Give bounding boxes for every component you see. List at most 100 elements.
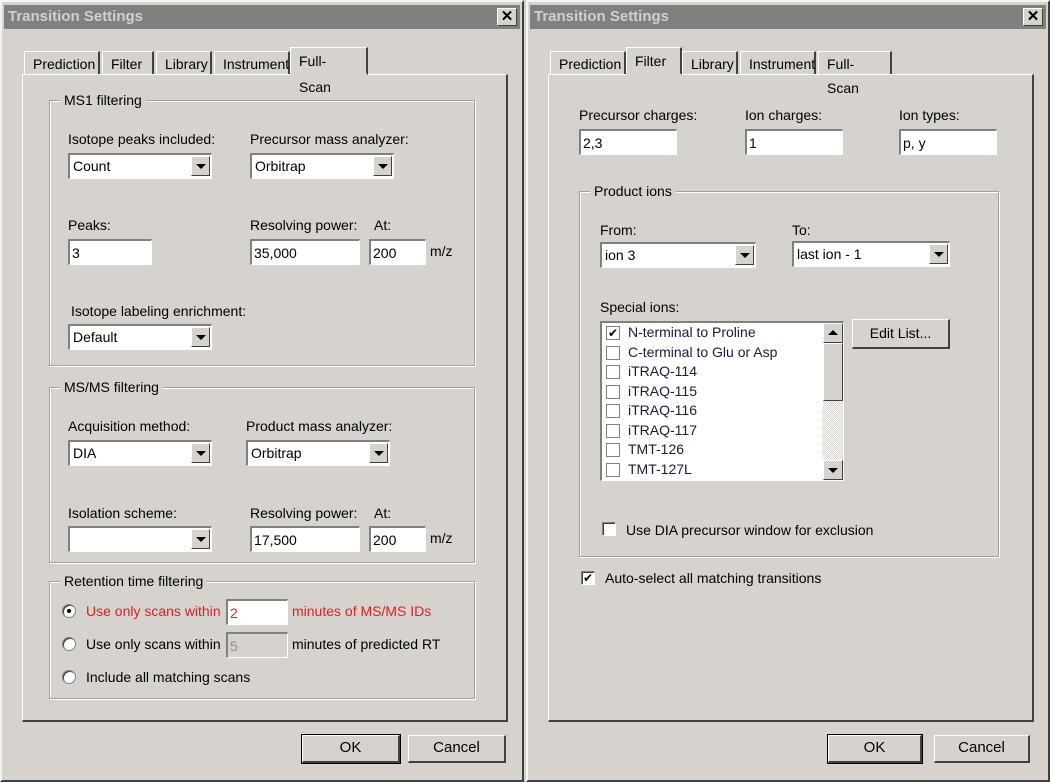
acquisition-method-dropdown[interactable]: DIA <box>68 440 212 466</box>
special-ions-list[interactable]: ✔ N-terminal to Proline C-terminal to Gl… <box>600 321 844 481</box>
list-item[interactable]: iTRAQ-116 <box>604 401 824 420</box>
scroll-thumb[interactable] <box>823 343 843 401</box>
item-checkbox[interactable] <box>606 404 620 418</box>
list-item[interactable]: iTRAQ-114 <box>604 362 824 381</box>
tab-instrument[interactable]: Instrument <box>740 51 816 75</box>
auto-select-checkbox[interactable]: ✔ <box>581 571 595 585</box>
item-checkbox[interactable] <box>606 423 620 438</box>
from-dropdown[interactable]: ion 3 <box>600 242 756 268</box>
rt-option-3-label: Include all matching scans <box>86 669 251 685</box>
to-label: To: <box>792 222 811 238</box>
ion-types-label: Ion types: <box>899 107 960 123</box>
tab-filter[interactable]: Filter <box>102 51 154 75</box>
ion-charges-input[interactable] <box>745 129 843 155</box>
ok-button[interactable]: OK <box>827 734 923 764</box>
item-checkbox[interactable] <box>606 443 620 457</box>
rt-option-all-radio[interactable] <box>62 670 76 684</box>
tab-prediction[interactable]: Prediction <box>24 51 100 75</box>
msms-at-input[interactable] <box>369 526 426 552</box>
close-button[interactable]: ✕ <box>497 8 517 26</box>
list-item[interactable]: C-terminal to Glu or Asp <box>604 343 824 362</box>
chevron-down-icon[interactable] <box>191 443 210 463</box>
dialog-title: Transition Settings <box>534 8 670 25</box>
group-title: Retention time filtering <box>60 573 208 589</box>
item-checkbox[interactable] <box>606 384 620 399</box>
precursor-analyzer-label: Precursor mass analyzer: <box>250 131 409 147</box>
scroll-down-icon[interactable] <box>823 460 843 480</box>
peaks-input[interactable] <box>68 239 152 265</box>
chevron-down-icon[interactable] <box>373 156 392 176</box>
mz-label: m/z <box>430 530 453 546</box>
selected-value: Default <box>73 329 118 345</box>
tab-full-scan[interactable]: Full-Scan <box>290 47 368 95</box>
ms1-filtering-group: MS1 filtering Isotope peaks included: Co… <box>49 92 475 366</box>
list-item[interactable]: iTRAQ-117 <box>604 421 824 440</box>
auto-select-label: Auto-select all matching transitions <box>605 570 822 586</box>
cancel-button[interactable]: Cancel <box>934 735 1030 763</box>
ion-charges-label: Ion charges: <box>745 107 823 123</box>
transition-settings-dialog-filter: Transition Settings ✕ Prediction Filter … <box>526 0 1050 782</box>
enrichment-dropdown[interactable]: Default <box>68 324 212 350</box>
close-icon: ✕ <box>1026 8 1040 25</box>
item-checkbox[interactable] <box>606 365 620 379</box>
tab-instrument[interactable]: Instrument <box>214 51 290 75</box>
close-button[interactable]: ✕ <box>1023 8 1043 26</box>
tab-library[interactable]: Library <box>156 51 212 75</box>
rt-option-2-suffix: minutes of predicted RT <box>292 636 441 652</box>
rt-msms-minutes-input[interactable] <box>226 599 288 625</box>
tab-library[interactable]: Library <box>682 51 738 75</box>
scroll-up-icon[interactable] <box>823 323 843 343</box>
tab-filter[interactable]: Filter <box>626 47 682 75</box>
edit-list-button[interactable]: Edit List... <box>852 319 950 349</box>
peaks-label: Peaks: <box>68 217 111 233</box>
rt-option-msms-ids-radio[interactable] <box>62 604 76 618</box>
precursor-analyzer-dropdown[interactable]: Orbitrap <box>250 153 394 179</box>
at-input[interactable] <box>369 239 426 265</box>
item-label: iTRAQ-116 <box>628 402 697 418</box>
dia-exclusion-checkbox[interactable] <box>602 522 616 536</box>
tab-panel-full-scan: MS1 filtering Isotope peaks included: Co… <box>22 74 508 722</box>
group-title: MS/MS filtering <box>60 379 163 395</box>
precursor-charges-input[interactable] <box>579 129 677 155</box>
list-item[interactable]: iTRAQ-115 <box>604 382 824 401</box>
dialog-title: Transition Settings <box>8 8 144 25</box>
rt-predicted-minutes-input[interactable] <box>226 632 288 658</box>
group-title: MS1 filtering <box>60 92 146 108</box>
rt-option-predicted-radio[interactable] <box>62 637 76 651</box>
list-item[interactable]: ✔ N-terminal to Proline <box>604 323 824 342</box>
chevron-down-icon[interactable] <box>191 156 210 176</box>
product-analyzer-dropdown[interactable]: Orbitrap <box>246 440 390 466</box>
tab-full-scan[interactable]: Full-Scan <box>818 51 892 96</box>
selected-value: Orbitrap <box>255 158 306 174</box>
close-icon: ✕ <box>500 8 514 25</box>
item-label: TMT-126 <box>628 441 685 457</box>
item-checkbox[interactable]: ✔ <box>606 326 620 340</box>
list-item[interactable]: TMT-127L <box>604 460 824 479</box>
msms-resolving-power-input[interactable] <box>250 526 360 552</box>
resolving-power-label: Resolving power: <box>250 505 358 521</box>
selected-value: Orbitrap <box>251 445 302 461</box>
isotope-peaks-label: Isotope peaks included: <box>68 131 216 147</box>
selected-value: Count <box>73 158 111 174</box>
chevron-down-icon[interactable] <box>929 244 948 264</box>
item-checkbox[interactable] <box>606 462 620 477</box>
selected-value: DIA <box>73 445 97 461</box>
resolving-power-input[interactable] <box>250 239 360 265</box>
chevron-down-icon[interactable] <box>191 327 210 347</box>
chevron-down-icon[interactable] <box>191 529 210 549</box>
item-label: N-terminal to Proline <box>628 324 756 340</box>
selected-value: last ion - 1 <box>797 246 862 262</box>
isolation-scheme-dropdown[interactable] <box>68 526 212 552</box>
ion-types-input[interactable] <box>899 129 997 155</box>
tab-prediction[interactable]: Prediction <box>550 51 626 75</box>
vertical-scrollbar[interactable] <box>823 323 843 480</box>
cancel-button[interactable]: Cancel <box>408 735 506 763</box>
isotope-peaks-dropdown[interactable]: Count <box>68 153 212 179</box>
ok-button[interactable]: OK <box>301 734 401 764</box>
transition-settings-dialog-fullscan: Transition Settings ✕ Prediction Filter … <box>0 0 524 782</box>
list-item[interactable]: TMT-126 <box>604 440 824 459</box>
chevron-down-icon[interactable] <box>735 245 754 265</box>
to-dropdown[interactable]: last ion - 1 <box>792 241 950 267</box>
item-checkbox[interactable] <box>606 345 620 360</box>
chevron-down-icon[interactable] <box>369 443 388 463</box>
